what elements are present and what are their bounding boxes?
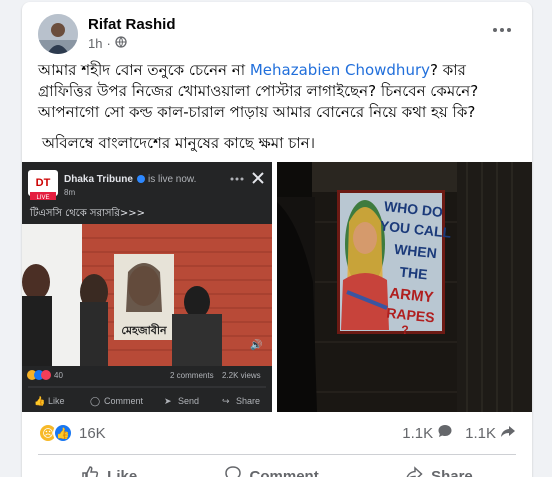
shared-reactions-count: 40 [54, 371, 63, 380]
comment-icon [224, 465, 242, 477]
shared-caption: টিএসসি থেকে সরাসরি>>> [29, 206, 145, 219]
reactions-summary[interactable]: ☹ 👍 16K [38, 423, 106, 443]
comments-count[interactable]: 1.1K [402, 423, 453, 443]
shared-live-video-screenshot[interactable]: DT LIVE Dhaka Tribune is live now. 8m টি… [22, 162, 272, 412]
poster-text: মেহজাবীন [121, 323, 167, 337]
live-badge: LIVE [36, 195, 49, 201]
globe-icon [115, 36, 127, 51]
shared-views: 2.2K views [222, 371, 261, 380]
post-meta: 1h · [88, 36, 127, 51]
post-stats: ☹ 👍 16K 1.1K 1.1K [38, 420, 516, 446]
send-icon: ➤ [164, 396, 172, 406]
verified-icon [137, 175, 145, 183]
comment-icon: ◯ [90, 396, 100, 407]
share-arrow-icon [500, 423, 516, 443]
volume-icon: 🔊 [250, 338, 262, 351]
comment-button[interactable]: Comment [224, 460, 319, 477]
post-card: Rifat Rashid 1h · আমার শহীদ বোন তনুকে চে… [22, 2, 532, 477]
comment-bubble-icon [437, 423, 453, 443]
shared-page-name: Dhaka Tribune [64, 174, 133, 185]
shared-comments: 2 comments [170, 371, 214, 380]
more-options-icon[interactable] [488, 20, 516, 40]
shared-time: 8m [64, 188, 75, 197]
author-name[interactable]: Rifat Rashid [88, 16, 176, 33]
share-icon [405, 465, 423, 477]
shared-like: Like [48, 396, 65, 406]
post-header: Rifat Rashid 1h · [38, 14, 516, 54]
reactions-count: 16K [79, 424, 106, 442]
post-paragraph-1: আমার শহীদ বোন তনুকে চেনেন না Mehazabien … [38, 61, 479, 121]
graffiti-photo[interactable]: WHO DO YOU CALL WHEN THE ARMY RAPES ? [277, 162, 532, 412]
avatar[interactable] [38, 14, 78, 54]
actions-divider [38, 454, 516, 455]
post-time[interactable]: 1h [88, 36, 102, 51]
post-actions: Like Comment Share [38, 460, 516, 477]
thumbs-up-icon: 👍 [34, 395, 45, 406]
graffiti-line-7: ? [401, 323, 408, 337]
share-icon: ↪ [222, 396, 230, 406]
shares-count[interactable]: 1.1K [465, 423, 516, 443]
dt-logo: DT [36, 177, 51, 189]
mention-link[interactable]: Mehazabien Chowdhury [250, 61, 430, 79]
post-media: DT LIVE Dhaka Tribune is live now. 8m টি… [22, 162, 532, 412]
thumbs-up-icon [81, 465, 99, 477]
shared-send: Send [178, 396, 199, 406]
post-text: আমার শহীদ বোন তনুকে চেনেন না Mehazabien … [38, 60, 518, 164]
like-reaction-icon: 👍 [53, 423, 73, 443]
shared-comment: Comment [104, 396, 144, 406]
graffiti-line-4: THE [399, 264, 429, 283]
share-button[interactable]: Share [405, 460, 473, 477]
shared-live-status: is live now. [148, 174, 196, 185]
like-button[interactable]: Like [81, 460, 137, 477]
post-paragraph-2: অবিলম্বে বাংলাদেশের মানুষের কাছে ক্ষমা চ… [42, 134, 315, 152]
shared-share: Share [236, 396, 260, 406]
